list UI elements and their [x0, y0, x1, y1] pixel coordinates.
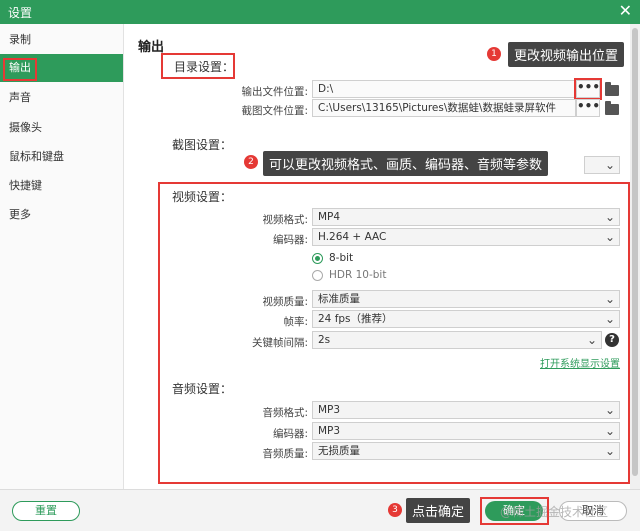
browse-screenshot-button[interactable]: •••: [576, 99, 600, 117]
audio-format-value: MP3: [318, 404, 341, 416]
chevron-down-icon: ⌄: [604, 292, 615, 306]
hdr-10-radio[interactable]: [312, 270, 323, 281]
sidebar-item-camera[interactable]: 摄像头: [0, 114, 123, 142]
output-location-label: 输出文件位置:: [241, 86, 308, 98]
chevron-down-icon: ⌄: [604, 158, 615, 172]
watermark: @稀土掘金技术社区: [500, 505, 609, 519]
sidebar-item-more[interactable]: 更多: [0, 201, 123, 229]
sidebar-highlight-box: [3, 58, 37, 81]
title-bar: 设置 ✕: [0, 0, 640, 24]
screenshot-section-title: 截图设置：: [172, 138, 233, 152]
video-encoder-select[interactable]: H.264 + AAC ⌄: [312, 228, 620, 246]
audio-section-title: 音频设置：: [172, 382, 233, 396]
video-format-select[interactable]: MP4 ⌄: [312, 208, 620, 226]
callout-number-3: 3: [388, 503, 402, 517]
callout-click-ok: 点击确定: [406, 498, 471, 523]
browse-highlight-box: [574, 78, 602, 100]
chevron-down-icon: ⌄: [604, 210, 615, 224]
scrollbar-thumb[interactable]: [632, 28, 638, 476]
fps-select[interactable]: 24 fps（推荐） ⌄: [312, 310, 620, 328]
callout-number-2: 2: [244, 155, 258, 169]
hdr-10-label: HDR 10-bit: [329, 269, 387, 281]
bit-8-label: 8-bit: [329, 252, 354, 264]
callout-change-video-params: 可以更改视频格式、画质、编码器、音频等参数: [263, 151, 549, 176]
reset-button[interactable]: 重置: [12, 501, 80, 521]
screenshot-format-select[interactable]: ⌄: [584, 156, 620, 174]
window-title: 设置: [8, 6, 33, 20]
audio-encoder-value: MP3: [318, 425, 341, 437]
keyframe-label: 关键帧间隔:: [251, 337, 308, 349]
audio-quality-value: 无损质量: [318, 445, 360, 457]
output-location-field[interactable]: D:\: [312, 80, 576, 98]
footer: 重置 3 点击确定 确定 取消 @稀土掘金技术社区: [0, 489, 640, 531]
bit-8-radio[interactable]: [312, 253, 323, 264]
folder-icon[interactable]: [605, 82, 619, 96]
video-quality-select[interactable]: 标准质量 ⌄: [312, 290, 620, 308]
chevron-down-icon: ⌄: [604, 403, 615, 417]
video-format-value: MP4: [318, 211, 341, 223]
chevron-down-icon: ⌄: [604, 312, 615, 326]
chevron-down-icon: ⌄: [604, 230, 615, 244]
video-quality-value: 标准质量: [318, 293, 360, 305]
video-encoder-value: H.264 + AAC: [318, 231, 387, 243]
fps-label: 帧率:: [283, 316, 308, 328]
keyframe-value: 2s: [318, 334, 331, 346]
audio-encoder-select[interactable]: MP3 ⌄: [312, 422, 620, 440]
video-section-title: 视频设置：: [172, 190, 233, 204]
video-format-label: 视频格式:: [262, 214, 308, 226]
callout-number-1: 1: [487, 47, 501, 61]
folder-icon[interactable]: [605, 101, 619, 115]
chevron-down-icon: ⌄: [586, 333, 597, 347]
audio-format-select[interactable]: MP3 ⌄: [312, 401, 620, 419]
audio-quality-select[interactable]: 无损质量 ⌄: [312, 442, 620, 460]
settings-panel: 输出 目录设置： 输出文件位置: D:\ ••• 截图文件位置: C:\User…: [124, 24, 630, 489]
fps-value: 24 fps（推荐）: [318, 313, 393, 325]
audio-encoder-label: 编码器:: [272, 428, 308, 440]
help-icon[interactable]: ?: [605, 333, 619, 347]
sidebar-item-sound[interactable]: 声音: [0, 84, 123, 112]
video-encoder-label: 编码器:: [272, 234, 308, 246]
directory-highlight-box: [161, 53, 235, 79]
audio-format-label: 音频格式:: [262, 407, 308, 419]
close-icon[interactable]: ✕: [619, 1, 632, 20]
audio-quality-label: 音频质量:: [262, 448, 308, 460]
callout-change-output-location: 更改视频输出位置: [508, 42, 625, 67]
sidebar-item-record[interactable]: 录制: [0, 26, 123, 54]
screenshot-location-field[interactable]: C:\Users\13165\Pictures\数据蛙\数据蛙录屏软件: [312, 99, 576, 117]
sidebar: 录制 输出 声音 摄像头 鼠标和键盘 快捷键 更多: [0, 24, 124, 489]
chevron-down-icon: ⌄: [604, 424, 615, 438]
open-display-settings-link[interactable]: 打开系统显示设置: [540, 355, 620, 370]
chevron-down-icon: ⌄: [604, 444, 615, 458]
video-quality-label: 视频质量:: [262, 296, 308, 308]
screenshot-location-label: 截图文件位置:: [241, 105, 308, 117]
sidebar-item-hotkeys[interactable]: 快捷键: [0, 172, 123, 200]
sidebar-item-mouse-keyboard[interactable]: 鼠标和键盘: [0, 143, 123, 171]
keyframe-select[interactable]: 2s ⌄: [312, 331, 602, 349]
scrollbar[interactable]: [630, 24, 640, 489]
